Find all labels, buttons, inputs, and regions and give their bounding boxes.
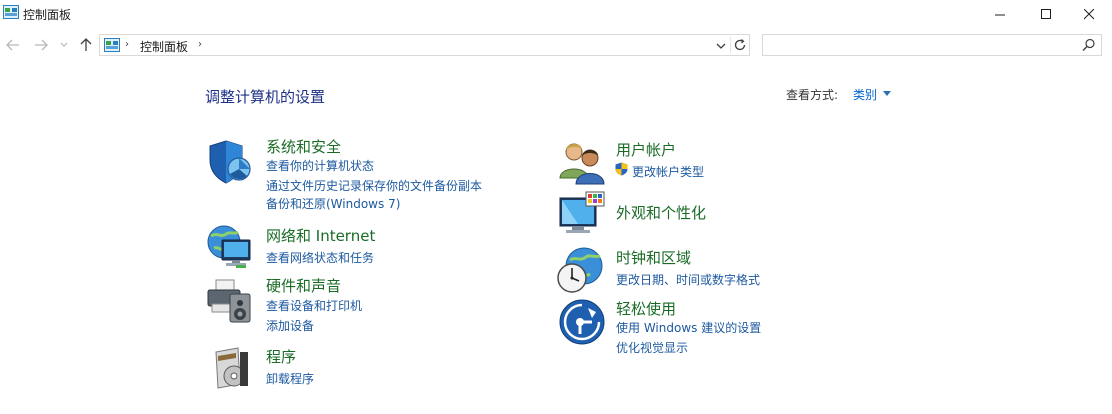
recent-locations-button[interactable]: [59, 37, 69, 53]
maximize-icon: [1040, 8, 1051, 19]
printer-speaker-icon[interactable]: [206, 276, 254, 324]
link-windows-recommended-settings[interactable]: 使用 Windows 建议的设置: [616, 319, 761, 336]
view-by-dropdown[interactable]: 类别: [853, 86, 877, 103]
category-network-internet[interactable]: 网络和 Internet: [266, 225, 375, 246]
network-globe-icon[interactable]: [206, 222, 254, 270]
divider: [730, 37, 731, 53]
link-view-devices-printers[interactable]: 查看设备和打印机: [266, 297, 362, 314]
address-dropdown-icon[interactable]: [714, 39, 728, 53]
link-change-date-time-format[interactable]: 更改日期、时间或数字格式: [616, 271, 760, 288]
clock-globe-icon[interactable]: [556, 246, 604, 294]
category-user-accounts[interactable]: 用户帐户: [616, 139, 676, 160]
link-view-computer-status[interactable]: 查看你的计算机状态: [266, 157, 374, 174]
category-clock-region[interactable]: 时钟和区域: [616, 247, 691, 268]
category-system-security[interactable]: 系统和安全: [266, 136, 341, 157]
category-hardware-sound[interactable]: 硬件和声音: [266, 275, 341, 296]
title-bar: 控制面板: [0, 0, 1112, 28]
programs-disc-icon[interactable]: [208, 344, 256, 392]
breadcrumb-chevron-icon[interactable]: ›: [198, 39, 202, 50]
control-panel-icon: [3, 5, 19, 19]
address-bar[interactable]: › 控制面板 ›: [99, 34, 750, 56]
breadcrumb-chevron-icon[interactable]: ›: [125, 39, 129, 50]
link-file-history-backup[interactable]: 通过文件历史记录保存你的文件备份副本: [266, 177, 482, 194]
uac-shield-icon: [615, 162, 628, 176]
maximize-button[interactable]: [1023, 0, 1069, 28]
link-optimize-visual-display[interactable]: 优化视觉显示: [616, 339, 688, 356]
link-add-device[interactable]: 添加设备: [266, 317, 314, 334]
link-view-network-status[interactable]: 查看网络状态和任务: [266, 249, 374, 266]
view-by-label: 查看方式:: [786, 88, 839, 102]
window-title: 控制面板: [23, 8, 72, 22]
up-button[interactable]: [78, 37, 94, 53]
search-icon[interactable]: [1082, 38, 1096, 52]
link-change-account-type[interactable]: 更改帐户类型: [632, 163, 704, 180]
up-arrow-icon: [80, 38, 92, 51]
search-input[interactable]: [762, 34, 1102, 56]
refresh-icon[interactable]: [733, 38, 747, 52]
close-icon: [1083, 8, 1094, 19]
back-arrow-icon: [6, 39, 19, 51]
breadcrumb[interactable]: 控制面板: [140, 38, 188, 55]
minimize-icon: [994, 14, 1005, 15]
shield-icon[interactable]: [206, 138, 254, 186]
category-appearance[interactable]: 外观和个性化: [616, 202, 706, 223]
page-title: 调整计算机的设置: [205, 88, 326, 106]
link-uninstall-program[interactable]: 卸载程序: [266, 370, 314, 387]
navigation-bar: › 控制面板 ›: [0, 30, 1112, 60]
control-panel-icon: [104, 38, 120, 52]
category-programs[interactable]: 程序: [266, 346, 296, 367]
forward-arrow-icon: [35, 39, 48, 51]
ease-of-access-icon[interactable]: [558, 298, 606, 346]
chevron-down-icon: [60, 42, 68, 47]
link-backup-restore[interactable]: 备份和还原(Windows 7): [266, 195, 400, 212]
user-accounts-icon[interactable]: [558, 138, 606, 186]
back-button[interactable]: [5, 37, 21, 53]
minimize-button[interactable]: [977, 0, 1023, 28]
forward-button[interactable]: [33, 37, 49, 53]
close-button[interactable]: [1066, 0, 1112, 28]
category-ease-of-access[interactable]: 轻松使用: [616, 298, 676, 319]
appearance-monitor-icon[interactable]: [558, 190, 606, 238]
chevron-down-icon[interactable]: [883, 91, 891, 96]
